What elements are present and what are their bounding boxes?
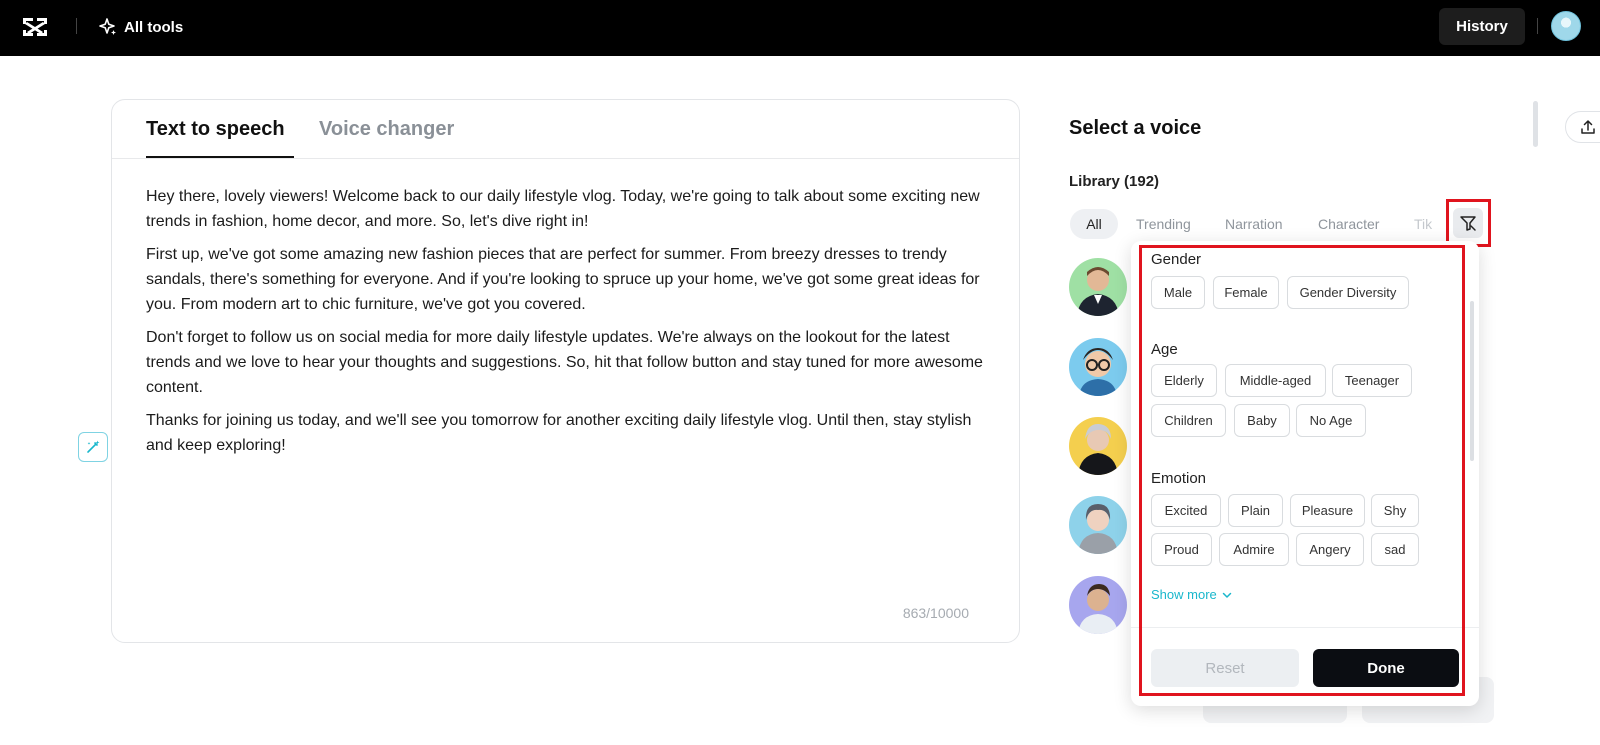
sparkle-icon [99,18,116,35]
filter-option-angery[interactable]: Angery [1296,533,1364,566]
tab-bar: Text to speech Voice changer [112,100,1019,159]
category-trending[interactable]: Trending [1136,216,1191,232]
filter-option-shy[interactable]: Shy [1371,494,1419,527]
script-paragraph: First up, we've got some amazing new fas… [146,246,980,313]
filter-option-teenager[interactable]: Teenager [1332,364,1412,397]
ai-rewrite-button[interactable] [78,432,108,462]
filter-option-admire[interactable]: Admire [1219,533,1289,566]
show-more-label: Show more [1151,587,1217,602]
select-voice-title: Select a voice [1069,117,1202,139]
filter-option-no-age[interactable]: No Age [1296,404,1366,437]
filter-option-excited[interactable]: Excited [1151,494,1221,527]
history-button[interactable]: History [1439,8,1525,45]
voice-avatar[interactable] [1069,576,1127,634]
divider [1131,627,1479,628]
filter-option-male[interactable]: Male [1151,276,1205,309]
voice-avatar[interactable] [1069,258,1127,316]
filter-option-gender-diversity[interactable]: Gender Diversity [1287,276,1409,309]
character-counter: 863/10000 [902,605,969,621]
filter-option-baby[interactable]: Baby [1234,404,1290,437]
capcut-logo-icon[interactable] [20,14,50,40]
show-more-link[interactable]: Show more [1151,587,1233,602]
category-all[interactable]: All [1070,209,1118,239]
chevron-down-icon [1222,592,1231,598]
filter-option-children[interactable]: Children [1151,404,1226,437]
filter-button[interactable] [1453,208,1483,238]
voice-avatar[interactable] [1069,417,1127,475]
category-narration[interactable]: Narration [1225,216,1283,232]
magic-wand-icon [87,440,100,453]
library-count: Library (192) [1069,173,1160,190]
filter-option-pleasure[interactable]: Pleasure [1290,494,1365,527]
voice-avatar[interactable] [1069,496,1127,554]
category-tiktok[interactable]: Tik [1414,216,1432,232]
voice-avatar[interactable] [1069,338,1127,396]
filter-option-proud[interactable]: Proud [1151,533,1212,566]
filter-popover: Gender Male Female Gender Diversity Age … [1131,241,1479,706]
divider [76,18,77,34]
active-tab-indicator [146,156,294,158]
all-tools-button[interactable]: All tools [98,16,183,38]
script-paragraph: Thanks for joining us today, and we'll s… [146,412,972,454]
top-bar: All tools History [0,0,1600,56]
upload-icon [1581,120,1595,134]
emotion-section-title: Emotion [1151,470,1207,487]
gender-section-title: Gender [1151,251,1202,268]
script-paragraph: Hey there, lovely viewers! Welcome back … [146,188,980,230]
panel-scrollbar[interactable] [1533,101,1538,147]
text-to-speech-card: Text to speech Voice changer Hey there, … [111,99,1020,643]
all-tools-label: All tools [124,18,184,36]
script-paragraph: Don't forget to follow us on social medi… [146,329,983,396]
script-text-editor[interactable]: Hey there, lovely viewers! Welcome back … [146,184,996,466]
reset-button[interactable]: Reset [1151,649,1299,687]
user-avatar[interactable] [1551,11,1581,41]
filter-icon [1460,216,1476,231]
tab-voice-changer[interactable]: Voice changer [319,118,454,141]
filter-option-plain[interactable]: Plain [1228,494,1283,527]
divider [1537,18,1538,34]
age-section-title: Age [1151,341,1178,358]
filter-option-middle-aged[interactable]: Middle-aged [1225,364,1326,397]
filter-option-sad[interactable]: sad [1371,533,1419,566]
category-character[interactable]: Character [1318,216,1379,232]
filter-option-elderly[interactable]: Elderly [1151,364,1217,397]
popover-scrollbar[interactable] [1470,301,1474,461]
tab-text-to-speech[interactable]: Text to speech [146,118,285,141]
filter-option-female[interactable]: Female [1213,276,1279,309]
done-button[interactable]: Done [1313,649,1459,687]
export-button[interactable] [1565,111,1600,143]
